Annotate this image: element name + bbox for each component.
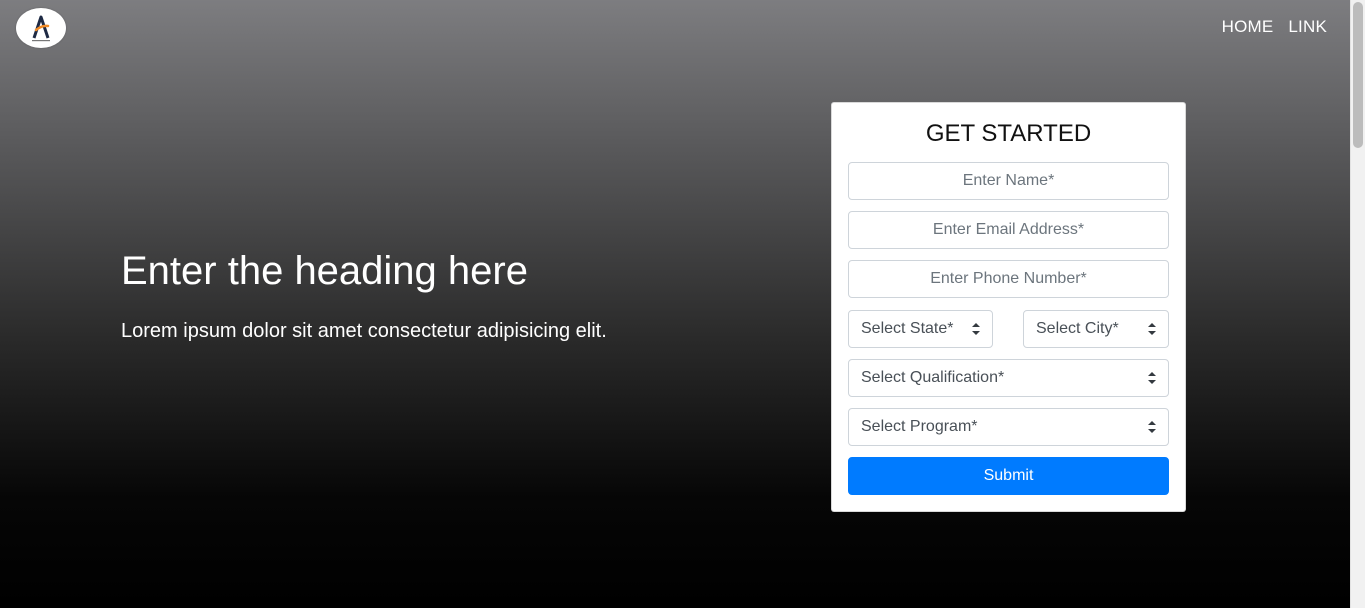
landing-page: HOME LINK Enter the heading here Lorem i… [0,0,1365,608]
hero-description: Lorem ipsum dolor sit amet consectetur a… [121,320,607,342]
state-select[interactable]: Select State* [848,310,993,348]
name-input[interactable] [848,162,1169,200]
top-nav: HOME LINK [1222,17,1327,37]
signup-form-card: GET STARTED Select State* Select City* S… [831,102,1186,512]
chevron-up-down-icon [1148,421,1156,433]
brand-logo-icon [32,15,50,42]
chevron-up-down-icon [1148,323,1156,335]
chevron-up-down-icon [1148,372,1156,384]
form-title: GET STARTED [925,120,1092,147]
page-scrollbar[interactable] [1350,0,1365,608]
qualification-select-value: Select Qualification* [861,369,1005,386]
hero-heading: Enter the heading here [121,249,528,293]
chevron-up-down-icon [972,323,980,335]
phone-input[interactable] [848,260,1169,298]
qualification-select[interactable]: Select Qualification* [848,359,1169,397]
scrollbar-thumb[interactable] [1353,2,1363,148]
program-select[interactable]: Select Program* [848,408,1169,446]
city-select[interactable]: Select City* [1023,310,1169,348]
brand-logo[interactable] [16,8,66,48]
state-select-value: Select State* [861,320,954,337]
city-select-value: Select City* [1036,320,1119,337]
nav-link-link[interactable]: LINK [1288,17,1327,37]
program-select-value: Select Program* [861,418,978,435]
submit-button[interactable]: Submit [848,457,1169,495]
nav-link-home[interactable]: HOME [1222,17,1274,37]
email-input[interactable] [848,211,1169,249]
